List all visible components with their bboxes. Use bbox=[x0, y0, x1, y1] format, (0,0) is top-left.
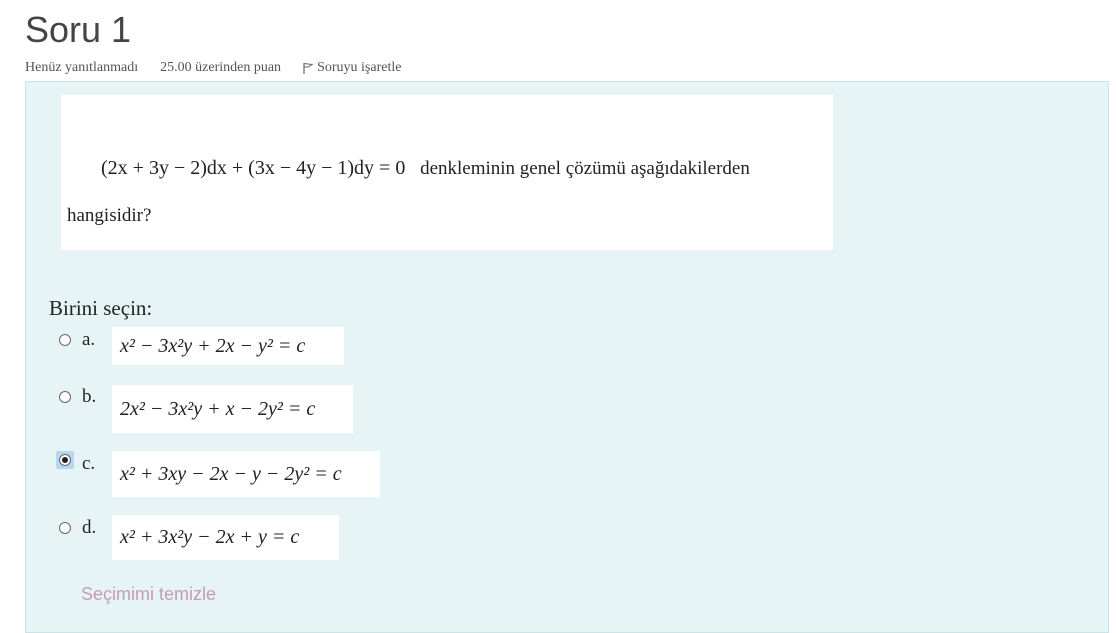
question-points: 25.00 üzerinden puan bbox=[160, 60, 282, 75]
option-b-radio[interactable] bbox=[59, 390, 71, 403]
option-a-formula-box: x² − 3x²y + 2x − y² = c bbox=[112, 327, 344, 365]
option-d-radio-wrap[interactable] bbox=[56, 515, 74, 534]
option-d[interactable]: d. x² + 3x²y − 2x + y = c bbox=[56, 515, 339, 560]
flag-question-link[interactable]: Soruyu işaretle bbox=[303, 60, 401, 76]
question-panel: (2x + 3y − 2)dx + (3x − 4y − 1)dy = 0 de… bbox=[25, 81, 1109, 633]
option-a-formula: x² − 3x²y + 2x − y² = c bbox=[120, 334, 306, 357]
option-b-formula: 2x² − 3x²y + x − 2y² = c bbox=[120, 397, 316, 420]
question-text-box: (2x + 3y − 2)dx + (3x − 4y − 1)dy = 0 de… bbox=[61, 95, 833, 250]
question-info: Henüz yanıtlanmadı 25.00 üzerinden puan … bbox=[25, 60, 401, 76]
question-text-1: denkleminin genel çözümü aşağıdakilerden bbox=[420, 158, 750, 179]
question-title: Soru 1 bbox=[25, 9, 132, 50]
option-d-letter: d. bbox=[82, 517, 97, 538]
option-c-radio-wrap[interactable] bbox=[56, 451, 74, 469]
option-d-formula: x² + 3x²y − 2x + y = c bbox=[120, 526, 300, 548]
option-c[interactable]: c. x² + 3xy − 2x − y − 2y² = c bbox=[56, 451, 380, 497]
option-d-formula-box: x² + 3x²y − 2x + y = c bbox=[112, 515, 339, 560]
option-c-formula: x² + 3xy − 2x − y − 2y² = c bbox=[120, 462, 342, 485]
clear-selection-link[interactable]: Seçimimi temizle bbox=[81, 584, 216, 605]
option-a-radio[interactable] bbox=[59, 333, 71, 346]
answer-prompt: Birini seçin: bbox=[49, 296, 153, 320]
flag-label: Soruyu işaretle bbox=[317, 60, 402, 75]
option-b-letter: b. bbox=[82, 386, 97, 407]
question-line-1: (2x + 3y − 2)dx + (3x − 4y − 1)dy = 0 de… bbox=[101, 157, 750, 180]
question-equation: (2x + 3y − 2)dx + (3x − 4y − 1)dy = 0 bbox=[101, 157, 406, 179]
option-b-radio-wrap[interactable] bbox=[56, 384, 74, 403]
option-c-letter: c. bbox=[82, 453, 96, 474]
option-a[interactable]: a. x² − 3x²y + 2x − y² = c bbox=[56, 327, 344, 365]
question-text-2: hangisidir? bbox=[67, 205, 152, 226]
flag-icon bbox=[303, 63, 314, 74]
option-c-radio[interactable] bbox=[59, 454, 71, 466]
option-a-letter: a. bbox=[82, 329, 96, 350]
question-status: Henüz yanıtlanmadı bbox=[25, 60, 139, 75]
option-b[interactable]: b. 2x² − 3x²y + x − 2y² = c bbox=[56, 384, 353, 433]
option-c-formula-box: x² + 3xy − 2x − y − 2y² = c bbox=[112, 451, 380, 497]
option-a-radio-wrap[interactable] bbox=[56, 327, 74, 346]
option-b-formula-box: 2x² − 3x²y + x − 2y² = c bbox=[112, 385, 353, 433]
option-d-radio[interactable] bbox=[59, 521, 71, 534]
